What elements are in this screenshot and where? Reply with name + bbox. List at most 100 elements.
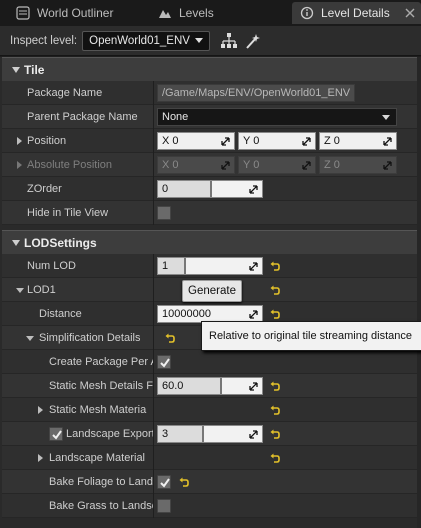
row-landscape-export: Landscape Export 3 <box>2 422 417 446</box>
distance-label: Distance <box>39 308 82 320</box>
zorder-slider-handle[interactable] <box>210 181 212 197</box>
reset-to-default-icon[interactable] <box>165 333 175 343</box>
level-details-icon <box>300 6 314 20</box>
landscape-export-slider-handle[interactable] <box>202 426 204 442</box>
row-absolute-position: Absolute Position X 0 Y 0 Z 0 <box>2 153 417 177</box>
expand-arrow-icon[interactable] <box>17 161 22 169</box>
bake-foliage-checkbox[interactable] <box>157 475 171 489</box>
tab-level-details[interactable]: Level Details <box>292 2 421 24</box>
create-package-checkbox[interactable] <box>157 355 171 369</box>
inspect-level-dropdown[interactable]: OpenWorld01_ENV <box>82 30 210 51</box>
reset-to-default-icon[interactable] <box>270 261 280 271</box>
category-tile[interactable]: Tile <box>2 57 417 81</box>
checkmark-icon <box>160 478 170 488</box>
row-bake-foliage: Bake Foliage to Land <box>2 470 417 494</box>
drag-arrows-icon <box>249 382 258 391</box>
column-divider <box>153 302 154 326</box>
row-landscape-material: Landscape Material <box>2 446 417 470</box>
row-create-package: Create Package Per A <box>2 350 417 374</box>
inspect-toolbar: Inspect level: OpenWorld01_ENV <box>0 26 421 56</box>
bake-grass-checkbox[interactable] <box>157 499 171 513</box>
drag-arrows-icon <box>249 430 258 439</box>
generate-button[interactable]: Generate <box>182 280 242 302</box>
expand-arrow-icon[interactable] <box>38 454 43 462</box>
expand-arrow-icon[interactable] <box>17 137 22 145</box>
landscape-export-field[interactable]: 3 <box>157 425 263 443</box>
column-divider <box>153 446 154 470</box>
simplification-details-label: Simplification Details <box>39 332 141 344</box>
parent-package-combo[interactable]: None <box>157 108 397 126</box>
collapse-icon <box>12 239 20 246</box>
inspect-level-value: OpenWorld01_ENV <box>89 34 190 47</box>
checkmark-icon <box>52 430 62 440</box>
bake-foliage-label: Bake Foliage to Land <box>49 476 153 488</box>
collapse-arrow-icon[interactable] <box>16 288 24 293</box>
landscape-export-checkbox[interactable] <box>49 427 63 441</box>
reset-to-default-icon[interactable] <box>179 477 189 487</box>
wand-icon[interactable] <box>244 32 262 50</box>
column-divider <box>153 422 154 446</box>
row-parent-package-name: Parent Package Name None <box>2 105 417 129</box>
position-label: Position <box>27 135 67 147</box>
position-z-field[interactable]: Z 0 <box>319 132 397 150</box>
zorder-field[interactable]: 0 <box>157 180 263 198</box>
num-lod-field[interactable]: 1 <box>157 257 263 275</box>
static-mesh-material-label: Static Mesh Materia <box>49 404 147 416</box>
scrollbar[interactable] <box>417 57 421 528</box>
hierarchy-icon[interactable] <box>220 32 238 50</box>
position-y-field[interactable]: Y 0 <box>238 132 316 150</box>
reset-to-default-icon[interactable] <box>270 285 280 295</box>
reset-to-default-icon[interactable] <box>270 429 280 439</box>
parent-package-value: None <box>162 111 189 123</box>
tab-bar: World Outliner Levels Level Details <box>0 0 421 26</box>
row-bake-grass: Bake Grass to Landsc <box>2 494 417 518</box>
absolute-position-label: Absolute Position <box>27 159 112 171</box>
row-position: Position X 0 Y 0 Z 0 <box>2 129 417 153</box>
drag-arrows-icon <box>383 137 392 146</box>
distance-value: 10000000 <box>162 308 211 320</box>
tab-world-outliner-label: World Outliner <box>37 6 114 20</box>
bake-grass-label: Bake Grass to Landsc <box>49 500 153 512</box>
checkmark-icon <box>160 358 170 368</box>
column-divider <box>153 494 154 518</box>
zorder-value: 0 <box>162 183 169 195</box>
package-name-label: Package Name <box>27 87 103 99</box>
category-lod-settings[interactable]: LODSettings <box>2 230 417 254</box>
reset-to-default-icon[interactable] <box>270 453 280 463</box>
world-outliner-icon <box>16 6 30 20</box>
category-lod-settings-label: LODSettings <box>24 235 97 250</box>
tab-world-outliner[interactable]: World Outliner <box>8 2 146 24</box>
tab-levels[interactable]: Levels <box>150 2 285 24</box>
hide-in-tile-view-checkbox[interactable] <box>157 206 171 220</box>
reset-to-default-icon[interactable] <box>270 309 280 319</box>
absolute-position-y-value: Y 0 <box>243 159 260 171</box>
row-num-lod: Num LOD 1 <box>2 254 417 278</box>
drag-arrows-icon <box>221 137 230 146</box>
drag-arrows-icon <box>383 161 392 170</box>
row-zorder: ZOrder 0 <box>2 177 417 201</box>
chevron-down-icon <box>382 115 390 120</box>
close-tab-icon[interactable] <box>405 8 415 18</box>
category-tile-label: Tile <box>24 62 45 77</box>
details-panel: Tile Package Name /Game/Maps/ENV/OpenWor… <box>0 57 421 528</box>
column-divider <box>153 326 154 350</box>
collapse-arrow-icon[interactable] <box>26 336 34 341</box>
position-x-value: X 0 <box>162 135 179 147</box>
absolute-position-z-value: Z 0 <box>324 159 340 171</box>
reset-to-default-icon[interactable] <box>270 381 280 391</box>
num-lod-value: 1 <box>162 260 169 272</box>
parent-package-name-label: Parent Package Name <box>27 111 138 123</box>
num-lod-slider-handle[interactable] <box>184 258 186 274</box>
package-name-field[interactable]: /Game/Maps/ENV/OpenWorld01_ENV <box>157 84 355 102</box>
reset-to-default-icon[interactable] <box>270 405 280 415</box>
row-package-name: Package Name /Game/Maps/ENV/OpenWorld01_… <box>2 81 417 105</box>
position-x-field[interactable]: X 0 <box>157 132 235 150</box>
collapse-icon <box>12 66 20 73</box>
static-mesh-details-field[interactable]: 60.0 <box>157 377 263 395</box>
column-divider <box>153 278 154 302</box>
static-mesh-details-slider-handle[interactable] <box>220 378 222 394</box>
expand-arrow-icon[interactable] <box>38 406 43 414</box>
column-divider <box>153 374 154 398</box>
column-divider <box>153 177 154 201</box>
absolute-position-x-value: X 0 <box>162 159 179 171</box>
